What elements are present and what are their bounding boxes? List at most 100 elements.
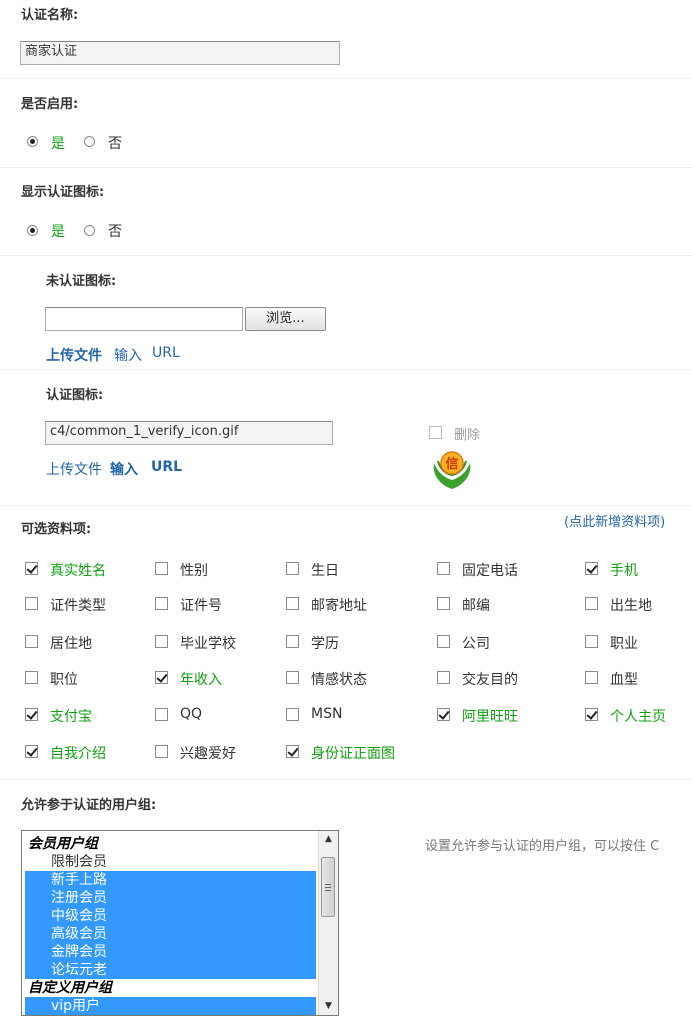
verified-upload-link[interactable]: 上传文件 <box>46 459 102 479</box>
field-checkbox-label[interactable]: 公司 <box>462 633 490 653</box>
field-checkbox-label[interactable]: 自我介绍 <box>50 743 106 763</box>
field-checkbox[interactable] <box>155 635 168 648</box>
group-option[interactable]: 新手上路 <box>25 871 316 889</box>
delete-label[interactable]: 删除 <box>454 424 480 443</box>
field-checkbox[interactable] <box>585 597 598 610</box>
field-checkbox[interactable] <box>286 597 299 610</box>
field-checkbox-label[interactable]: 血型 <box>610 669 638 689</box>
unverified-url-link[interactable]: URL <box>152 345 180 361</box>
add-field-link[interactable]: (点此新增资料项) <box>564 511 665 530</box>
field-checkbox[interactable] <box>25 708 38 721</box>
unverified-input-link[interactable]: 输入 <box>114 345 142 365</box>
field-checkbox[interactable] <box>155 671 168 684</box>
group-option-label: 中级会员 <box>51 908 107 924</box>
group-option[interactable]: 注册会员 <box>25 889 316 907</box>
group-option[interactable]: 金牌会员 <box>25 943 316 961</box>
verified-icon-label: 认证图标: <box>46 388 104 403</box>
group-option[interactable]: 高级会员 <box>25 925 316 943</box>
group-header: 自定义用户组 <box>25 979 316 997</box>
field-checkbox[interactable] <box>437 597 450 610</box>
field-checkbox-label[interactable]: 毕业学校 <box>180 633 236 653</box>
field-checkbox[interactable] <box>155 597 168 610</box>
show-icon-yes-radio[interactable] <box>27 225 38 236</box>
field-checkbox-label[interactable]: QQ <box>180 706 202 722</box>
field-checkbox[interactable] <box>585 671 598 684</box>
field-checkbox[interactable] <box>25 635 38 648</box>
enabled-yes-radio[interactable] <box>27 136 38 147</box>
enabled-no-radio[interactable] <box>84 136 95 147</box>
field-checkbox[interactable] <box>25 745 38 758</box>
field-checkbox-label[interactable]: 真实姓名 <box>50 560 106 580</box>
field-checkbox[interactable] <box>155 745 168 758</box>
group-option[interactable]: 论坛元老 <box>25 961 316 979</box>
field-checkbox[interactable] <box>286 635 299 648</box>
field-checkbox-label[interactable]: 手机 <box>610 560 638 580</box>
enabled-yes-label[interactable]: 是 <box>51 133 65 153</box>
field-checkbox[interactable] <box>286 708 299 721</box>
group-option[interactable]: 限制会员 <box>25 853 316 871</box>
scroll-down-icon[interactable]: ▼ <box>319 998 338 1015</box>
field-checkbox-label[interactable]: 证件类型 <box>50 595 106 615</box>
field-checkbox[interactable] <box>437 635 450 648</box>
delete-checkbox[interactable] <box>429 426 442 439</box>
browse-button[interactable]: 浏览... <box>245 307 326 331</box>
field-checkbox[interactable] <box>585 562 598 575</box>
field-checkbox-label[interactable]: 身份证正面图 <box>311 743 395 763</box>
field-checkbox-label[interactable]: 性别 <box>180 560 208 580</box>
field-checkbox[interactable] <box>437 708 450 721</box>
group-option[interactable]: vip用户 <box>25 997 316 1015</box>
field-checkbox-label[interactable]: 兴趣爱好 <box>180 743 236 763</box>
scroll-up-icon[interactable]: ▲ <box>319 831 338 848</box>
field-checkbox-label[interactable]: 个人主页 <box>610 706 666 726</box>
field-checkbox-label[interactable]: 出生地 <box>610 595 652 615</box>
field-checkbox[interactable] <box>155 708 168 721</box>
unverified-upload-link[interactable]: 上传文件 <box>46 345 102 365</box>
show-icon-label: 显示认证图标: <box>21 185 105 200</box>
show-icon-no-label[interactable]: 否 <box>108 221 122 241</box>
verified-input-link[interactable]: 输入 <box>110 459 138 479</box>
field-checkbox[interactable] <box>585 635 598 648</box>
field-checkbox[interactable] <box>437 671 450 684</box>
field-checkbox-label[interactable]: 证件号 <box>180 595 222 615</box>
field-checkbox-label[interactable]: 职业 <box>610 633 638 653</box>
field-checkbox-label[interactable]: 职位 <box>50 669 78 689</box>
field-checkbox-label[interactable]: 支付宝 <box>50 706 92 726</box>
show-icon-no-radio[interactable] <box>84 225 95 236</box>
listbox-scrollbar[interactable]: ▲ ▼ <box>318 831 338 1015</box>
field-checkbox-label[interactable]: 阿里旺旺 <box>462 706 518 726</box>
show-icon-yes-label[interactable]: 是 <box>51 221 65 241</box>
field-checkbox[interactable] <box>25 671 38 684</box>
user-group-listbox[interactable]: 会员用户组 限制会员 新手上路 注册会员 中级会员 高级会员 金牌会员 论坛元老 自定义用户组 v… <box>21 830 339 1016</box>
field-checkbox-label[interactable]: MSN <box>311 706 342 722</box>
auth-name-label: 认证名称: <box>21 8 79 23</box>
group-option-label: 自定义用户组 <box>28 980 112 996</box>
divider <box>0 167 692 168</box>
field-checkbox[interactable] <box>25 562 38 575</box>
groups-hint: 设置允许参与认证的用户组，可以按住 C <box>425 839 660 854</box>
auth-name-input[interactable]: 商家认证 <box>20 41 340 65</box>
verified-icon-input[interactable]: c4/common_1_verify_icon.gif <box>45 421 333 445</box>
field-checkbox-label[interactable]: 邮编 <box>462 595 490 615</box>
field-checkbox[interactable] <box>286 671 299 684</box>
field-checkbox-label[interactable]: 居住地 <box>50 633 92 653</box>
field-checkbox[interactable] <box>286 745 299 758</box>
field-checkbox-label[interactable]: 学历 <box>311 633 339 653</box>
field-checkbox[interactable] <box>585 708 598 721</box>
enabled-no-label[interactable]: 否 <box>108 133 122 153</box>
field-checkbox-label[interactable]: 情感状态 <box>311 669 367 689</box>
unverified-icon-label: 未认证图标: <box>46 274 117 289</box>
scroll-thumb[interactable] <box>321 857 335 917</box>
group-option[interactable]: 中级会员 <box>25 907 316 925</box>
field-checkbox-label[interactable]: 年收入 <box>180 669 222 689</box>
verified-url-link[interactable]: URL <box>151 459 182 475</box>
group-option-label: 注册会员 <box>51 890 107 906</box>
field-checkbox[interactable] <box>25 597 38 610</box>
field-checkbox[interactable] <box>437 562 450 575</box>
field-checkbox-label[interactable]: 生日 <box>311 560 339 580</box>
unverified-icon-file-input[interactable] <box>45 307 243 331</box>
field-checkbox[interactable] <box>286 562 299 575</box>
field-checkbox-label[interactable]: 固定电话 <box>462 560 518 580</box>
field-checkbox-label[interactable]: 邮寄地址 <box>311 595 367 615</box>
field-checkbox-label[interactable]: 交友目的 <box>462 669 518 689</box>
field-checkbox[interactable] <box>155 562 168 575</box>
